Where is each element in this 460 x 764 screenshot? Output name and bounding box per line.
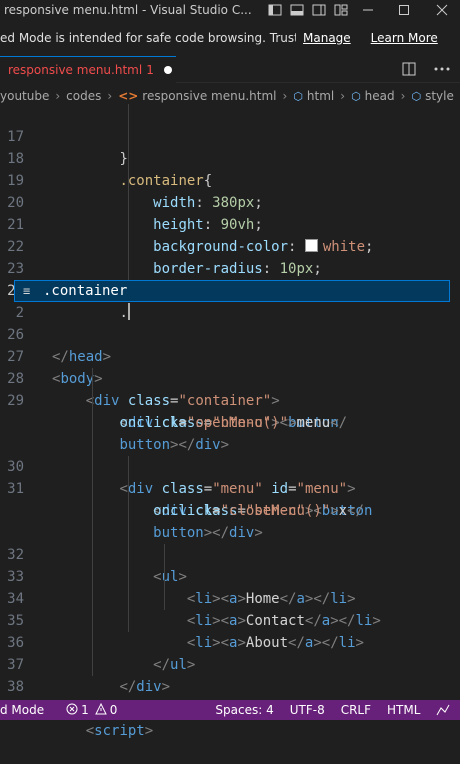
chevron-right-icon: › [400,89,406,103]
code-line: 32 <ul> [0,522,460,585]
manage-link[interactable]: Manage [303,31,351,45]
code-line: 29 <div class="btn-o"><button [0,368,460,431]
code-line-wrap: button></div> [119,437,230,453]
indent-guide [92,368,93,676]
element-icon: ⬡ [293,89,303,103]
problems-indicator[interactable]: 1 0 [66,702,118,718]
code-line: 35 <li><a>About</a></li> [0,588,460,651]
window-title: responsive menu.html - Visual Studio C..… [4,3,252,17]
chevron-right-icon: › [282,89,288,103]
code-line-active: 24 . [0,258,460,321]
indent-guide [128,104,129,280]
restricted-mode-indicator[interactable]: d Mode [0,703,51,717]
code-line: 18 .container{ [0,126,460,189]
element-icon: ⬡ [351,89,361,103]
css-class-icon: ≡ [23,284,31,298]
tab-problem-count: 1 [146,63,154,77]
code-line: 27 <body> [0,324,460,387]
code-line: 37 </div> [0,632,460,695]
code-line: 39 <script> [0,676,460,739]
error-icon [66,703,78,718]
breadcrumb-item-youtube[interactable]: youtube [0,89,49,103]
minimize-icon[interactable] [352,0,384,20]
chevron-right-icon: › [55,89,61,103]
code-line: 22 border-radius: 10px; [0,214,460,277]
breadcrumb-item-html[interactable]: html [307,89,334,103]
chevron-right-icon: › [107,89,113,103]
tab-filename: responsive menu.html [8,63,143,77]
warning-icon [94,702,107,718]
autocomplete-suggestion[interactable]: ≡ .container [14,280,450,302]
panel-toggle-icon[interactable] [286,0,308,20]
chevron-right-icon: › [340,89,346,103]
code-line-wrap: onclick="openMenu()">menu</ [119,415,348,431]
banner-message: ed Mode is intended for safe code browsi… [0,31,296,45]
error-count: 1 [81,703,89,717]
indent-guide [164,544,165,610]
breadcrumb-item-file[interactable]: responsive menu.html [142,89,276,103]
customize-layout-icon[interactable] [330,0,352,20]
breadcrumb-item-style[interactable]: style [425,89,454,103]
indentation-indicator[interactable]: Spaces: 4 [215,703,273,717]
eol-indicator[interactable]: CRLF [341,703,371,717]
tab-bar: responsive menu.html 1 [0,56,460,83]
code-editor[interactable]: 17 } 18 .container{ 19 width: 380px; 20 … [0,104,460,739]
live-share-icon[interactable] [436,704,450,716]
maximize-icon[interactable] [384,0,424,20]
sidebar-toggle-icon[interactable] [308,0,330,20]
learn-more-link[interactable]: Learn More [371,31,438,45]
code-line: 34 <li><a>Contact</a></li> [0,566,460,629]
code-line: 36 </ul> [0,610,460,673]
restricted-mode-banner: ed Mode is intended for safe code browsi… [0,26,460,50]
code-line: 20 height: 90vh; [0,170,460,233]
code-line-wrap: button></div> [153,525,263,541]
status-bar: d Mode 1 0 Spaces: 4 UTF-8 CRLF HTML [0,700,460,720]
code-line: 19 width: 380px; [0,148,460,211]
suggestion-label: .container [43,283,128,299]
element-icon: ⬡ [411,89,422,103]
title-bar: responsive menu.html - Visual Studio C..… [0,0,460,20]
split-editor-icon[interactable] [402,62,416,76]
editor-tab[interactable]: responsive menu.html 1 [0,56,176,83]
breadcrumb-item-head[interactable]: head [365,89,395,103]
close-icon[interactable] [424,0,460,20]
more-actions-icon[interactable] [434,67,450,71]
code-line: 17 } [0,104,460,167]
code-line: 33 <li><a>Home</a></li> [0,544,460,607]
code-line: 23 } [0,236,460,299]
indent-guide [128,456,129,632]
unsaved-dot-icon[interactable] [163,66,172,74]
code-line: 21 background-color: white; [0,192,460,255]
breadcrumb: youtube › codes › <> responsive menu.htm… [0,86,460,106]
code-line: 30 <div class="menu" id="menu"> [0,434,460,497]
encoding-indicator[interactable]: UTF-8 [290,703,325,717]
warning-count: 0 [109,703,118,717]
code-line: 38 </div> [0,654,460,717]
code-line: 31 <div class="btn-c"><button [0,456,460,519]
language-mode-indicator[interactable]: HTML [387,703,420,717]
code-line: 28 <div class="container"> [0,346,460,409]
code-line: 26 </head> [0,302,460,365]
code-line-wrap: onclick="closeMenu()">x</ [153,503,364,519]
html-file-icon: <> [118,89,139,103]
layout-toggle-icon[interactable] [264,0,286,20]
breadcrumb-item-codes[interactable]: codes [66,89,101,103]
